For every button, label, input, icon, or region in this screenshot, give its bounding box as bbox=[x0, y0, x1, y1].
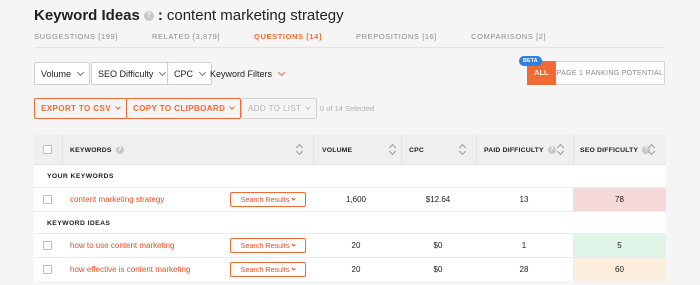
search-results-label: Search Results bbox=[240, 265, 290, 274]
chevron-down-icon bbox=[159, 68, 167, 76]
chevron-down-icon bbox=[291, 196, 296, 201]
tab-related[interactable]: RELATED [3,879] bbox=[152, 32, 220, 41]
volume-filter-label: Volume bbox=[41, 68, 72, 79]
keyword-link[interactable]: content marketing strategy bbox=[70, 195, 164, 204]
selected-count: 0 of 14 Selected bbox=[320, 104, 375, 113]
column-divider bbox=[476, 135, 477, 164]
section-keyword-ideas: KEYWORD IDEAS bbox=[34, 211, 666, 233]
cpc-cell: $0 bbox=[433, 265, 443, 274]
add-to-list-label: ADD TO LIST bbox=[248, 104, 302, 113]
cpc-cell: $0 bbox=[433, 241, 443, 250]
help-icon[interactable]: ? bbox=[115, 146, 124, 154]
chevron-down-icon bbox=[198, 68, 207, 76]
chevron-down-icon bbox=[305, 104, 312, 110]
sort-icon[interactable] bbox=[557, 144, 564, 156]
volume-cell: 20 bbox=[351, 241, 361, 250]
volume-cell: 1,600 bbox=[345, 195, 367, 204]
sort-icon[interactable] bbox=[648, 144, 655, 156]
seo-difficulty-filter-label: SEO Difficulty bbox=[98, 68, 154, 79]
seo-difficulty-column-header[interactable]: SEO DIFFICULTY ? bbox=[580, 135, 654, 165]
table-row[interactable]: how effective is content marketing Searc… bbox=[34, 257, 666, 281]
section-your-keywords: YOUR KEYWORDS bbox=[34, 165, 666, 187]
search-results-label: Search Results bbox=[240, 195, 290, 204]
table-header: KEYWORDS ? VOLUME CPC PAID DIFFICULTY ? … bbox=[34, 135, 666, 165]
column-divider bbox=[401, 135, 402, 164]
help-icon[interactable]: ? bbox=[547, 146, 556, 154]
section-label: YOUR KEYWORDS bbox=[47, 173, 114, 180]
column-divider bbox=[62, 135, 63, 164]
beta-badge: BETA bbox=[519, 56, 542, 66]
volume-column-header[interactable]: VOLUME bbox=[322, 135, 352, 165]
cpc-filter-label: CPC bbox=[174, 68, 194, 79]
select-all-checkbox[interactable] bbox=[43, 145, 52, 154]
row-checkbox[interactable] bbox=[43, 265, 52, 274]
help-icon[interactable]: ? bbox=[143, 10, 154, 21]
volume-cell: 20 bbox=[351, 265, 361, 274]
paid-difficulty-cell: 1 bbox=[521, 241, 527, 250]
seo-difficulty-cell: 78 bbox=[573, 188, 666, 211]
tab-prepositions[interactable]: PREPOSITIONS [16] bbox=[356, 32, 437, 41]
title-separator: : bbox=[157, 7, 163, 24]
search-results-label: Search Results bbox=[240, 241, 290, 250]
page1-ranking-potential-button[interactable]: PAGE 1 RANKING POTENTIAL bbox=[556, 61, 665, 85]
add-to-list-button[interactable]: ADD TO LIST bbox=[241, 98, 318, 119]
keywords-table: KEYWORDS ? VOLUME CPC PAID DIFFICULTY ? … bbox=[34, 135, 666, 281]
chevron-down-icon bbox=[291, 266, 296, 271]
paid-difficulty-header-label: PAID DIFFICULTY bbox=[484, 146, 544, 154]
page-title: Keyword Ideas ? : content marketing stra… bbox=[34, 7, 344, 24]
search-results-button[interactable]: Search Results bbox=[230, 192, 306, 207]
paid-difficulty-cell: 28 bbox=[519, 265, 529, 274]
tab-comparisons[interactable]: COMPARISONS [2] bbox=[471, 32, 546, 41]
chevron-down-icon bbox=[229, 104, 236, 110]
cpc-cell: $12.64 bbox=[425, 195, 451, 204]
tab-suggestions[interactable]: SUGGESTIONS [199] bbox=[34, 32, 118, 41]
seo-difficulty-value: 78 bbox=[615, 195, 624, 204]
column-divider bbox=[313, 135, 314, 164]
copy-clipboard-button[interactable]: COPY TO CLIPBOARD bbox=[126, 98, 242, 119]
search-results-button[interactable]: Search Results bbox=[230, 262, 306, 277]
title-prefix: Keyword Ideas bbox=[34, 7, 140, 24]
sort-icon[interactable] bbox=[459, 144, 466, 156]
chevron-down-icon bbox=[115, 104, 121, 110]
tab-questions[interactable]: QUESTIONS [14] bbox=[254, 32, 322, 41]
table-row[interactable]: how to use content marketing Search Resu… bbox=[34, 233, 666, 257]
paid-difficulty-cell: 13 bbox=[519, 195, 529, 204]
seo-difficulty-header-label: SEO DIFFICULTY bbox=[580, 146, 639, 154]
seo-difficulty-value: 5 bbox=[617, 241, 622, 250]
column-divider bbox=[573, 135, 574, 164]
keyword-filters-dropdown[interactable]: Keyword Filters bbox=[210, 62, 286, 85]
seo-difficulty-cell: 5 bbox=[573, 234, 666, 257]
tabs-divider bbox=[34, 47, 664, 48]
volume-filter-dropdown[interactable]: Volume bbox=[34, 62, 91, 85]
keyword-link[interactable]: how to use content marketing bbox=[70, 241, 175, 250]
keywords-column-header[interactable]: KEYWORDS ? bbox=[70, 135, 128, 165]
section-label: KEYWORD IDEAS bbox=[47, 220, 111, 227]
copy-clipboard-label: COPY TO CLIPBOARD bbox=[133, 104, 226, 113]
chevron-down-icon bbox=[277, 68, 286, 76]
paid-difficulty-column-header[interactable]: PAID DIFFICULTY ? bbox=[484, 135, 560, 165]
chevron-down-icon bbox=[76, 68, 85, 76]
seo-difficulty-filter-dropdown[interactable]: SEO Difficulty bbox=[91, 62, 173, 85]
title-query: content marketing strategy bbox=[166, 7, 344, 24]
tab-bar: SUGGESTIONS [199] RELATED [3,879] QUESTI… bbox=[34, 32, 580, 41]
row-checkbox[interactable] bbox=[43, 241, 52, 250]
search-results-button[interactable]: Search Results bbox=[230, 238, 306, 253]
row-checkbox[interactable] bbox=[43, 195, 52, 204]
keyword-link[interactable]: how effective is content marketing bbox=[70, 265, 190, 274]
sort-icon[interactable] bbox=[296, 144, 303, 156]
keyword-filters-label: Keyword Filters bbox=[210, 68, 273, 79]
export-csv-label: EXPORT TO CSV bbox=[41, 104, 111, 113]
sort-icon[interactable] bbox=[389, 144, 396, 156]
seo-difficulty-value: 60 bbox=[615, 265, 624, 274]
chevron-down-icon bbox=[291, 242, 296, 247]
table-row[interactable]: content marketing strategy Search Result… bbox=[34, 187, 666, 211]
cpc-column-header[interactable]: CPC bbox=[409, 135, 424, 165]
cpc-filter-dropdown[interactable]: CPC bbox=[167, 62, 213, 85]
export-csv-button[interactable]: EXPORT TO CSV bbox=[34, 98, 127, 119]
keywords-header-label: KEYWORDS bbox=[70, 146, 112, 154]
seo-difficulty-cell: 60 bbox=[573, 258, 666, 281]
